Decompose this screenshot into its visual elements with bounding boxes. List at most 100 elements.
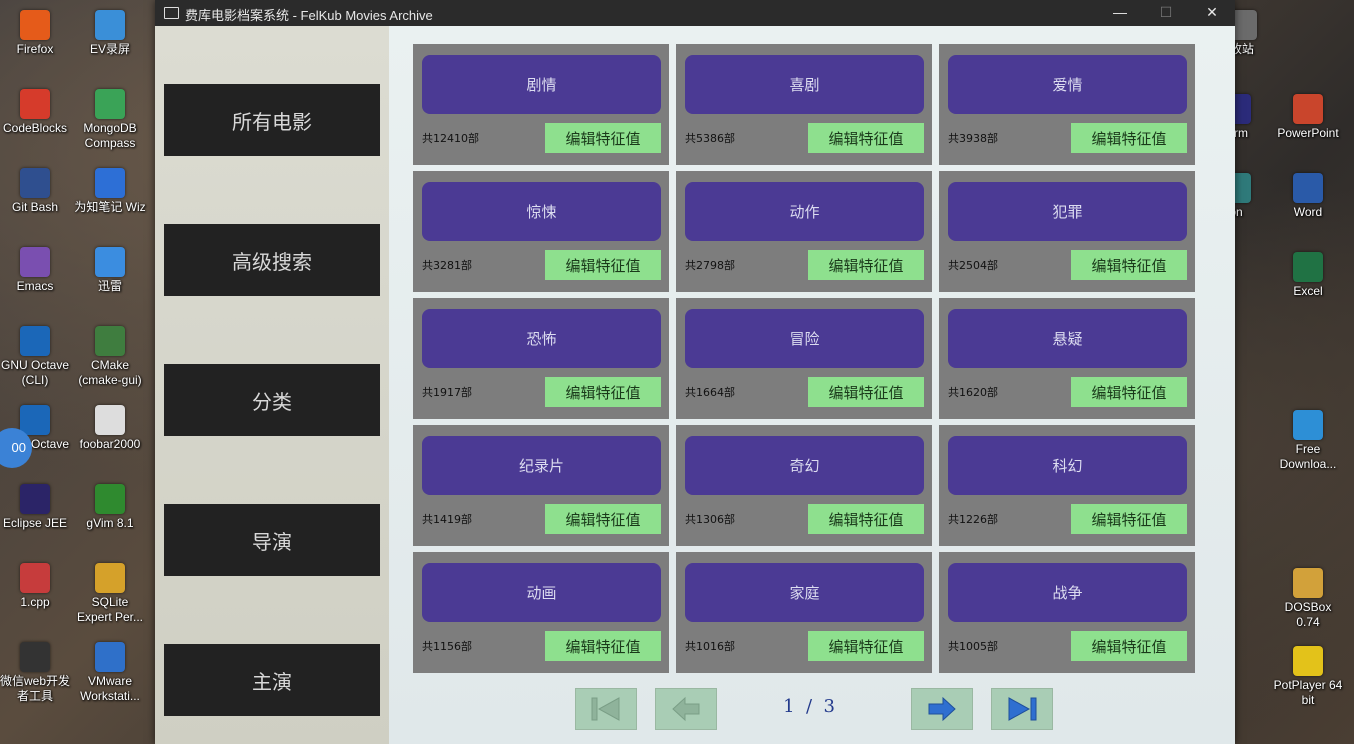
desktop-icon[interactable]: 微信web开发者工具: [0, 642, 71, 704]
edit-features-button[interactable]: 编辑特征值: [545, 504, 661, 534]
desktop-icon-label: foobar2000: [79, 437, 141, 451]
app-icon: [20, 326, 50, 356]
desktop-icon[interactable]: PotPlayer 64 bit: [1272, 646, 1344, 708]
desktop-icon[interactable]: Free Downloa...: [1272, 410, 1344, 472]
edit-features-button[interactable]: 编辑特征值: [1071, 504, 1187, 534]
desktop-icon-label: PowerPoint: [1277, 126, 1339, 140]
desktop-icon[interactable]: DOSBox 0.74: [1272, 568, 1344, 630]
app-icon: [20, 247, 50, 277]
sidebar-item-label: 所有电影: [232, 109, 312, 134]
sidebar-item-categories[interactable]: 分类: [164, 364, 380, 436]
genre-count: 共1016部: [685, 640, 735, 653]
desktop-icon[interactable]: gVim 8.1: [74, 484, 146, 531]
genre-button[interactable]: 喜剧: [685, 55, 924, 114]
genre-button[interactable]: 悬疑: [948, 309, 1187, 368]
desktop-icon-label: 1.cpp: [20, 595, 50, 609]
next-page-button[interactable]: [911, 688, 973, 730]
app-window: 费库电影档案系统 - FelKub Movies Archive — ☐ ✕ 所…: [155, 0, 1235, 744]
genre-card: 纪录片 共1419部 编辑特征值: [413, 425, 669, 546]
sidebar-item-all-movies[interactable]: 所有电影: [164, 84, 380, 156]
desktop-icon[interactable]: Emacs: [0, 247, 71, 294]
genre-count: 共3281部: [422, 259, 472, 272]
edit-features-button[interactable]: 编辑特征值: [808, 250, 924, 280]
genre-button[interactable]: 奇幻: [685, 436, 924, 495]
desktop-icon[interactable]: Firefox: [0, 10, 71, 57]
desktop-icon[interactable]: Word: [1272, 173, 1344, 220]
genre-count: 共1917部: [422, 386, 472, 399]
genre-button[interactable]: 动画: [422, 563, 661, 622]
desktop-icon[interactable]: PowerPoint: [1272, 94, 1344, 141]
edit-features-button[interactable]: 编辑特征值: [545, 377, 661, 407]
genre-button[interactable]: 战争: [948, 563, 1187, 622]
genre-card: 喜剧 共5386部 编辑特征值: [676, 44, 932, 165]
desktop-icon-label: Git Bash: [11, 200, 59, 214]
maximize-button[interactable]: ☐: [1143, 0, 1189, 26]
genre-card: 战争 共1005部 编辑特征值: [939, 552, 1195, 673]
app-icon: [95, 10, 125, 40]
edit-features-button[interactable]: 编辑特征值: [808, 377, 924, 407]
close-button[interactable]: ✕: [1189, 0, 1235, 26]
desktop-icon-label: PotPlayer 64 bit: [1273, 678, 1343, 707]
edit-features-button[interactable]: 编辑特征值: [1071, 123, 1187, 153]
desktop-icon[interactable]: 迅雷: [74, 247, 146, 294]
app-icon: [95, 484, 125, 514]
sidebar-item-label: 导演: [252, 529, 292, 554]
genre-card: 恐怖共1917部 编辑特征值: [413, 298, 669, 419]
first-page-button[interactable]: [575, 688, 637, 730]
app-icon: [164, 7, 179, 19]
genre-button[interactable]: 纪录片: [422, 436, 661, 495]
app-icon: [20, 405, 50, 435]
app-icon: [95, 642, 125, 672]
desktop-icon[interactable]: SQLite Expert Per...: [74, 563, 146, 625]
genre-card: 动画 共1156部 编辑特征值: [413, 552, 669, 673]
genre-button[interactable]: 科幻: [948, 436, 1187, 495]
desktop-icon-label: SQLite Expert Per...: [76, 595, 144, 624]
edit-features-button[interactable]: 编辑特征值: [1071, 250, 1187, 280]
desktop-icon[interactable]: GNU Octave (CLI): [0, 326, 71, 388]
desktop-icon-label: GNU Octave (CLI): [0, 358, 69, 387]
edit-features-button[interactable]: 编辑特征值: [808, 504, 924, 534]
genre-button[interactable]: 动作: [685, 182, 924, 241]
genre-button[interactable]: 家庭: [685, 563, 924, 622]
edit-features-button[interactable]: 编辑特征值: [1071, 377, 1187, 407]
desktop-icon-label: CMake (cmake-gui): [78, 358, 142, 387]
genre-button[interactable]: 恐怖: [422, 309, 661, 368]
desktop-icon[interactable]: Eclipse JEE: [0, 484, 71, 531]
desktop-icon-label: Free Downloa...: [1279, 442, 1337, 471]
edit-features-button[interactable]: 编辑特征值: [808, 123, 924, 153]
desktop-icon[interactable]: CMake (cmake-gui): [74, 326, 146, 388]
edit-features-button[interactable]: 编辑特征值: [545, 123, 661, 153]
desktop-icon[interactable]: EV录屏: [74, 10, 146, 57]
sidebar-item-actors[interactable]: 主演: [164, 644, 380, 716]
desktop-icon[interactable]: 为知笔记 Wiz: [74, 168, 146, 215]
desktop-icon[interactable]: VMware Workstati...: [74, 642, 146, 704]
edit-features-button[interactable]: 编辑特征值: [1071, 631, 1187, 661]
sidebar-item-directors[interactable]: 导演: [164, 504, 380, 576]
sidebar-item-advanced-search[interactable]: 高级搜索: [164, 224, 380, 296]
desktop-icon[interactable]: foobar2000: [74, 405, 146, 452]
app-icon: [20, 10, 50, 40]
last-page-button[interactable]: [991, 688, 1053, 730]
genre-button[interactable]: 冒险: [685, 309, 924, 368]
desktop-icon-label: Word: [1293, 205, 1323, 219]
genre-button[interactable]: 犯罪: [948, 182, 1187, 241]
sidebar: 所有电影 高级搜索 分类 导演 主演: [155, 26, 389, 744]
main-panel: 剧情 共12410部 编辑特征值 喜剧 共5386部 编辑特征值 爱情 共3938部 编辑特征值…: [389, 26, 1235, 744]
genre-button[interactable]: 惊悚: [422, 182, 661, 241]
genre-button[interactable]: 剧情: [422, 55, 661, 114]
genre-count: 共1306部: [685, 513, 735, 526]
title-bar[interactable]: 费库电影档案系统 - FelKub Movies Archive — ☐ ✕: [155, 0, 1235, 26]
app-icon: [1293, 646, 1323, 676]
desktop-icon[interactable]: Git Bash: [0, 168, 71, 215]
desktop-icon[interactable]: Excel: [1272, 252, 1344, 299]
desktop-icon[interactable]: 1.cpp: [0, 563, 71, 610]
genre-button[interactable]: 爱情: [948, 55, 1187, 114]
prev-page-button[interactable]: [655, 688, 717, 730]
edit-features-button[interactable]: 编辑特征值: [545, 250, 661, 280]
genre-count: 共1664部: [685, 386, 735, 399]
edit-features-button[interactable]: 编辑特征值: [545, 631, 661, 661]
minimize-button[interactable]: —: [1097, 0, 1143, 26]
desktop-icon[interactable]: CodeBlocks: [0, 89, 71, 136]
desktop-icon[interactable]: MongoDB Compass: [74, 89, 146, 151]
edit-features-button[interactable]: 编辑特征值: [808, 631, 924, 661]
